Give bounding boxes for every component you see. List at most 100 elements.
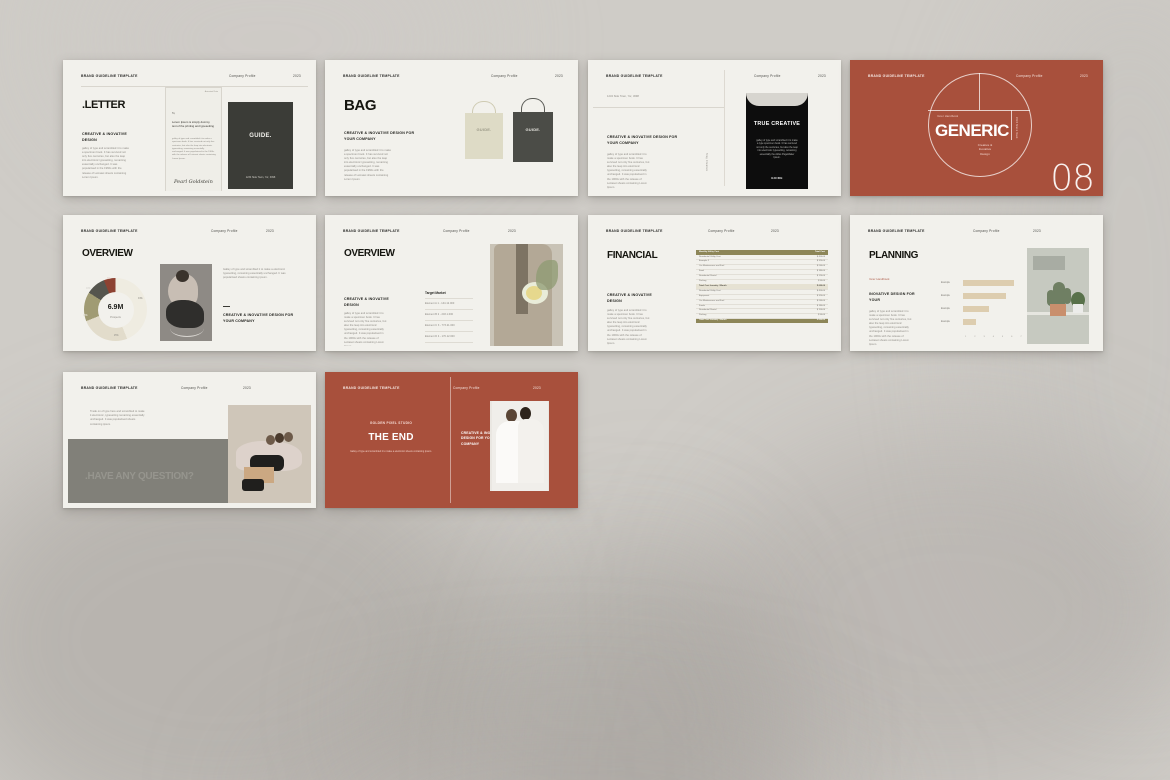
planning-bar-chart: Example Example Example Example 1 2 3 4 5 6 7: [941, 280, 1024, 346]
tagline-lines: Creative & Inovative Design: [977, 143, 993, 156]
card-body: galley of type and scrambled it to make …: [756, 139, 798, 160]
year-label: 2023: [818, 74, 826, 78]
bar: [963, 280, 1015, 286]
table-cell-value: $ 450.00: [816, 289, 825, 292]
page-title: OVERVIEW: [344, 248, 395, 259]
brand-label: BRAND GUIDELINE TEMPLATE: [606, 74, 663, 78]
brand-label: BRAND GUIDELINE TEMPLATE: [343, 386, 400, 390]
subheadline: INOVATIVE DESIGN FOR YOUR: [869, 292, 915, 302]
table-cell-value: $ 120.00: [816, 275, 825, 278]
slide-question[interactable]: BRAND GUIDELINE TEMPLATE Company Profile…: [63, 372, 316, 508]
subheadline: CREATIVE & INOVATIVE DESIGN FOR YOUR COM…: [607, 135, 678, 145]
card-footer: GUIDE: [771, 176, 783, 180]
eyebrow-label: Inner Handbook: [869, 278, 890, 281]
table-cell-label: Total Cost Laundry / Month: [699, 319, 727, 322]
table-cell-label: Residential Rental: [699, 275, 717, 278]
bar-label: Example: [941, 281, 950, 284]
axis-tick: 6: [1011, 336, 1013, 338]
body-text: Galley of type and scrambled it to make …: [350, 450, 432, 453]
slide-bag[interactable]: BRAND GUIDELINE TEMPLATE Company Profile…: [325, 60, 578, 196]
page-title: THE END: [368, 432, 414, 443]
body-text: galley of type and scrambled it to make …: [82, 147, 129, 179]
target-market-row: Element C 3 - 773.21.000: [425, 324, 455, 327]
donut-center-value: 6.9M: [107, 303, 124, 311]
table-cell-value: $ 320.00: [816, 294, 825, 297]
company-profile-label: Company Profile: [211, 229, 238, 233]
bar: [963, 306, 989, 312]
axis-tick: 7: [1020, 336, 1022, 338]
brand-label: BRAND GUIDELINE TEMPLATE: [81, 74, 138, 78]
brand-label: BRAND GUIDELINE TEMPLATE: [868, 229, 925, 233]
table-cell-value: $ 620.00: [816, 319, 825, 322]
target-market-row: Element D 4 - 170.12.000: [425, 335, 455, 338]
slide-financial[interactable]: BRAND GUIDELINE TEMPLATE Company Profile…: [588, 215, 841, 351]
table-cell-label: Car Maintenance and Fuel: [699, 265, 725, 268]
bag-label: GUIDE.: [525, 127, 541, 132]
axis-tick: 5: [1001, 336, 1004, 338]
table-cell-label: Funds: [699, 304, 705, 307]
bar: [963, 293, 1006, 299]
letter-signature: Pearl Goldstein: [174, 179, 213, 185]
circle-line-right: [1011, 110, 1012, 140]
slide-planning[interactable]: BRAND GUIDELINE TEMPLATE Company Profile…: [850, 215, 1103, 351]
target-market-row: Element B 2 - 203.1.000: [425, 313, 454, 316]
bar-label: Example: [941, 320, 950, 323]
table-cell-label: Residential Rental: [699, 309, 717, 312]
table-cell-label: Parking: [699, 314, 707, 317]
slide-header: BRAND GUIDELINE TEMPLATE Company Profile…: [606, 74, 826, 82]
subheadline: CREATIVE & INOVATIVE DESIGN FOR YOUR COM…: [344, 131, 415, 141]
slide-generic[interactable]: BRAND GUIDELINE TEMPLATE Company Profile…: [850, 60, 1103, 196]
bar-label: Example: [941, 307, 950, 310]
axis-tick: 3: [983, 336, 985, 338]
table-cell-label: Equipment: [699, 294, 710, 297]
axis-tick: 4: [992, 336, 994, 338]
body-text: Trade on of type here and scrambled to m…: [90, 410, 145, 426]
page-title: GENERIC: [935, 121, 1009, 140]
guide-card-label: GUIDE.: [249, 133, 272, 140]
page-title: BAG: [344, 97, 377, 114]
slide-the-end[interactable]: BRAND GUIDELINE TEMPLATE Company Profile…: [325, 372, 578, 508]
photo-duo: [490, 401, 549, 491]
slide-overview-donut[interactable]: BRAND GUIDELINE TEMPLATE Company Profile…: [63, 215, 316, 351]
slide-header: BRAND GUIDELINE TEMPLATE Company Profile…: [343, 74, 563, 82]
slide-header: BRAND GUIDELINE TEMPLATE Company Profile…: [81, 229, 301, 237]
circle-line-vertical: [979, 73, 980, 110]
company-profile-label: Company Profile: [453, 386, 480, 390]
vertical-label: Stay Creative: [705, 153, 708, 172]
year-label: 2023: [243, 386, 251, 390]
slide-header: BRAND GUIDELINE TEMPLATE Company Profile…: [343, 229, 563, 237]
true-creative-card: TRUE CREATIVE galley of type and scrambl…: [746, 93, 808, 189]
table-cell-value: $ 240.00: [816, 265, 825, 268]
donut-center-label: Prospects: [110, 315, 121, 319]
table-cell-label: Parking: [699, 280, 707, 283]
axis-tick: 2: [974, 336, 976, 338]
company-profile-label: Company Profile: [708, 229, 735, 233]
headline: .HAVE ANY QUESTION?: [85, 471, 194, 482]
slide-true-creative[interactable]: BRAND GUIDELINE TEMPLATE Company Profile…: [588, 60, 841, 196]
letter-stamp: Animated Date: [204, 91, 218, 93]
card-title: TRUE CREATIVE: [753, 121, 801, 127]
subheadline: CREATIVE & INOVATIVE DESIGN: [344, 297, 389, 307]
body-text: galley of type and scrambled it to make …: [344, 149, 391, 181]
slide-header: BRAND GUIDELINE TEMPLATE Company Profile…: [606, 229, 826, 237]
table-cell-value: $ 180.00: [816, 270, 825, 273]
slide-header: BRAND GUIDELINE TEMPLATE Company Profile…: [81, 74, 301, 82]
page-title: OVERVIEW: [82, 248, 133, 259]
letter-greeting: Lorem Ipsum is simply dummy text of the …: [172, 120, 214, 128]
year-label: 2023: [771, 229, 779, 233]
table-cell-value: $ 180.00: [816, 304, 825, 307]
table-cell-value: $ 150.00: [816, 309, 825, 312]
company-profile-label: Company Profile: [491, 74, 518, 78]
donut-pct-4: 10%: [86, 288, 91, 290]
financial-table: Monthly Utility Cost Total Cost Residentia…: [696, 250, 828, 325]
brand-label: BRAND GUIDELINE TEMPLATE: [343, 74, 400, 78]
cta-text: CREATIVE & INOVATIVE DESIGN FOR YOUR COM…: [223, 313, 294, 323]
circle-line-horizontal: [928, 110, 1030, 111]
photo-shelf: [1027, 248, 1089, 344]
brand-label: BRAND GUIDELINE TEMPLATE: [81, 386, 138, 390]
table-cell-value: $ 90.00: [818, 314, 825, 317]
slide-letter[interactable]: BRAND GUIDELINE TEMPLATE Company Profile…: [63, 60, 316, 196]
table-cell-value: $ 450.00: [816, 255, 825, 258]
slide-overview-market[interactable]: BRAND GUIDELINE TEMPLATE Company Profile…: [325, 215, 578, 351]
company-profile-label: Company Profile: [229, 74, 256, 78]
